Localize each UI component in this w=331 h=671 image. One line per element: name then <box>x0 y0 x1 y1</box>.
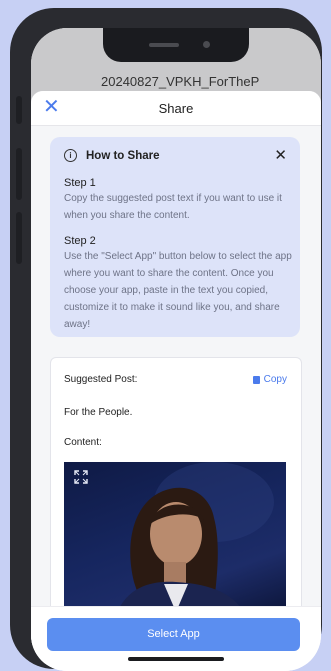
sheet-title: Share <box>158 101 194 116</box>
content-image <box>64 462 286 618</box>
phone-screen: 20240827_VPKH_ForTheP ✕ Share i How to S… <box>31 28 321 671</box>
suggested-post-label: Suggested Post: <box>64 374 138 385</box>
background-page-title: 20240827_VPKH_ForTheP <box>101 74 260 89</box>
phone-frame: 20240827_VPKH_ForTheP ✕ Share i How to S… <box>10 8 322 671</box>
suggested-post-card: Suggested Post: Copy For the People. Con… <box>50 357 302 619</box>
step-2-text: Use the "Select App" button below to sel… <box>64 251 292 330</box>
content-label: Content: <box>64 437 102 448</box>
sheet-footer: Select App <box>31 606 321 671</box>
close-icon[interactable]: ✕ <box>274 146 287 164</box>
speaker <box>149 43 179 47</box>
side-button <box>16 96 22 124</box>
share-sheet: ✕ Share i How to Share ✕ Step 1 Copy the… <box>31 91 321 671</box>
how-to-share-card: i How to Share ✕ Step 1 Copy the suggest… <box>50 137 300 337</box>
side-button <box>16 148 22 200</box>
side-button <box>16 212 22 264</box>
notch <box>103 28 249 62</box>
suggested-post-text: For the People. <box>64 407 133 418</box>
camera-icon <box>203 41 210 48</box>
home-indicator <box>128 657 224 661</box>
copy-button[interactable]: Copy <box>252 374 287 385</box>
how-to-share-header: i How to Share <box>64 149 159 162</box>
copy-icon <box>252 375 260 384</box>
step-1-title: Step 1 <box>64 177 96 189</box>
step-2-title: Step 2 <box>64 235 96 247</box>
how-to-share-title: How to Share <box>86 149 160 162</box>
select-app-button[interactable]: Select App <box>47 618 300 651</box>
portrait-illustration <box>115 462 274 618</box>
copy-label: Copy <box>263 374 287 385</box>
sheet-header: ✕ Share <box>31 91 321 126</box>
info-icon: i <box>64 149 77 162</box>
step-1-text: Copy the suggested post text if you want… <box>64 193 282 221</box>
